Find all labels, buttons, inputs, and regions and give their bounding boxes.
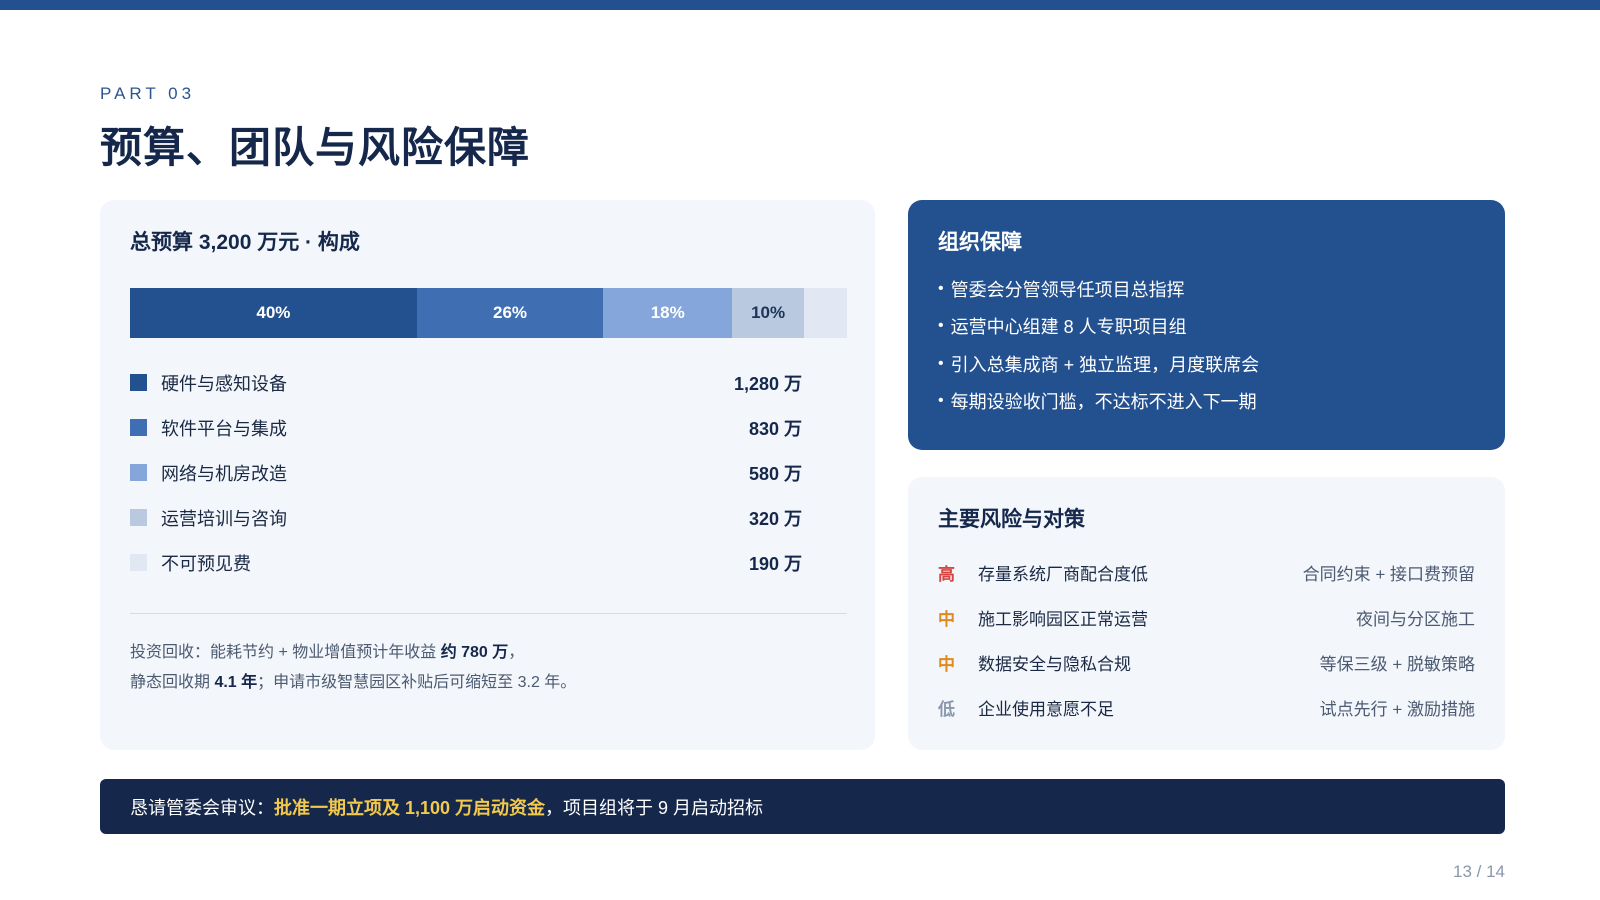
part-label: PART 03	[100, 84, 196, 103]
budget-segment-contingency	[803, 288, 847, 338]
legend-swatch	[130, 374, 147, 391]
budget-card: 总预算 3,200 万元 · 构成 40% 26% 18% 10% 硬件与感知设…	[100, 200, 875, 750]
legend-label: 运营培训与咨询	[161, 508, 287, 529]
budget-segment-label: 26%	[492, 303, 528, 322]
ask-prefix: 恳请管委会审议：	[130, 797, 274, 818]
risk-level-badge: 中	[938, 655, 955, 674]
legend-label: 网络与机房改造	[161, 463, 287, 484]
legend-value: 1,280 万	[733, 373, 802, 394]
risk-row: 中 数据安全与隐私合规 等保三级 + 脱敏策略	[938, 640, 1475, 685]
org-item: 管委会分管领导任项目总指挥	[938, 270, 1259, 308]
roi-text: ，	[508, 644, 525, 661]
risk-measure: 夜间与分区施工	[1356, 610, 1475, 629]
budget-segment-training: 10%	[732, 288, 804, 338]
risk-name: 存量系统厂商配合度低	[978, 565, 1148, 584]
risk-title: 主要风险与对策	[938, 508, 1085, 531]
legend-swatch	[130, 509, 147, 526]
risk-measure: 合同约束 + 接口费预留	[1302, 565, 1475, 584]
risk-level-badge: 高	[938, 565, 955, 584]
ask-highlight: 批准一期立项及 1,100 万启动资金	[274, 797, 546, 818]
legend-swatch	[130, 464, 147, 481]
legend-value: 190 万	[748, 553, 802, 574]
legend-item: 不可预见费 190 万	[130, 540, 802, 585]
roi-text: ；申请市级智慧园区补贴后可缩短至 3.2 年。	[257, 674, 577, 691]
org-guarantee-card: 组织保障 管委会分管领导任项目总指挥 运营中心组建 8 人专职项目组 引入总集成…	[908, 200, 1505, 450]
legend-item: 运营培训与咨询 320 万	[130, 495, 802, 540]
roi-note: 投资回收：能耗节约 + 物业增值预计年收益 约 780 万， 静态回收期 4.1…	[130, 638, 847, 698]
roi-line-2: 静态回收期 4.1 年；申请市级智慧园区补贴后可缩短至 3.2 年。	[130, 668, 847, 698]
legend-value: 320 万	[748, 508, 802, 529]
legend-value: 830 万	[748, 418, 802, 439]
legend-swatch	[130, 554, 147, 571]
risk-level-badge: 中	[938, 610, 955, 629]
legend-item: 软件平台与集成 830 万	[130, 405, 802, 450]
legend-item: 网络与机房改造 580 万	[130, 450, 802, 495]
budget-segment-software: 26%	[416, 288, 604, 338]
budget-title: 总预算 3,200 万元 · 构成	[130, 231, 360, 254]
budget-segment-network: 18%	[603, 288, 733, 338]
risk-list: 高 存量系统厂商配合度低 合同约束 + 接口费预留 中 施工影响园区正常运营 夜…	[938, 550, 1475, 730]
budget-segment-label: 18%	[650, 303, 685, 322]
page-title: 预算、团队与风险保障	[100, 124, 531, 171]
risk-row: 中 施工影响园区正常运营 夜间与分区施工	[938, 595, 1475, 640]
legend-label: 硬件与感知设备	[161, 373, 287, 394]
budget-segment-label: 40%	[256, 303, 291, 322]
risk-level-badge: 低	[938, 700, 955, 719]
budget-legend: 硬件与感知设备 1,280 万 软件平台与集成 830 万 网络与机房改造 58…	[130, 360, 802, 585]
legend-item: 硬件与感知设备 1,280 万	[130, 360, 802, 405]
budget-stacked-bar: 40% 26% 18% 10%	[130, 288, 847, 338]
roi-line-1: 投资回收：能耗节约 + 物业增值预计年收益 约 780 万，	[130, 638, 847, 668]
org-item: 引入总集成商 + 独立监理，月度联席会	[938, 345, 1260, 383]
risk-name: 施工影响园区正常运营	[978, 610, 1148, 629]
approval-request-banner: 恳请管委会审议： 批准一期立项及 1,100 万启动资金 ，项目组将于 9 月启动招…	[100, 779, 1505, 834]
risk-name: 数据安全与隐私合规	[978, 655, 1131, 674]
legend-value: 580 万	[748, 463, 802, 484]
risk-row: 高 存量系统厂商配合度低 合同约束 + 接口费预留	[938, 550, 1475, 595]
org-item: 每期设验收门槛，不达标不进入下一期	[938, 383, 1259, 421]
risk-name: 企业使用意愿不足	[978, 700, 1114, 719]
risk-row: 低 企业使用意愿不足 试点先行 + 激励措施	[938, 685, 1475, 730]
budget-segment-hardware: 40%	[130, 288, 417, 338]
legend-label: 软件平台与集成	[161, 418, 287, 439]
risk-measure: 试点先行 + 激励措施	[1319, 700, 1475, 719]
ask-suffix: ，项目组将于 9 月启动招标	[545, 797, 764, 818]
budget-segment-label: 10%	[751, 303, 786, 322]
org-title: 组织保障	[938, 231, 1022, 254]
roi-text: 投资回收：能耗节约 + 物业增值预计年收益	[130, 644, 441, 661]
org-list: 管委会分管领导任项目总指挥 运营中心组建 8 人专职项目组 引入总集成商 + 独…	[938, 270, 1260, 421]
risk-card: 主要风险与对策 高 存量系统厂商配合度低 合同约束 + 接口费预留 中 施工影响…	[908, 477, 1505, 750]
roi-text: 静态回收期	[130, 674, 215, 691]
roi-annual-revenue: 约 780 万	[440, 644, 509, 661]
top-accent-bar	[0, 0, 1600, 10]
legend-swatch	[130, 419, 147, 436]
risk-measure: 等保三级 + 脱敏策略	[1319, 655, 1475, 674]
roi-payback-period: 4.1 年	[214, 674, 258, 691]
divider	[130, 613, 847, 614]
org-item: 运营中心组建 8 人专职项目组	[938, 308, 1259, 346]
page-number: 13 / 14	[1453, 862, 1505, 881]
legend-label: 不可预见费	[161, 553, 251, 574]
